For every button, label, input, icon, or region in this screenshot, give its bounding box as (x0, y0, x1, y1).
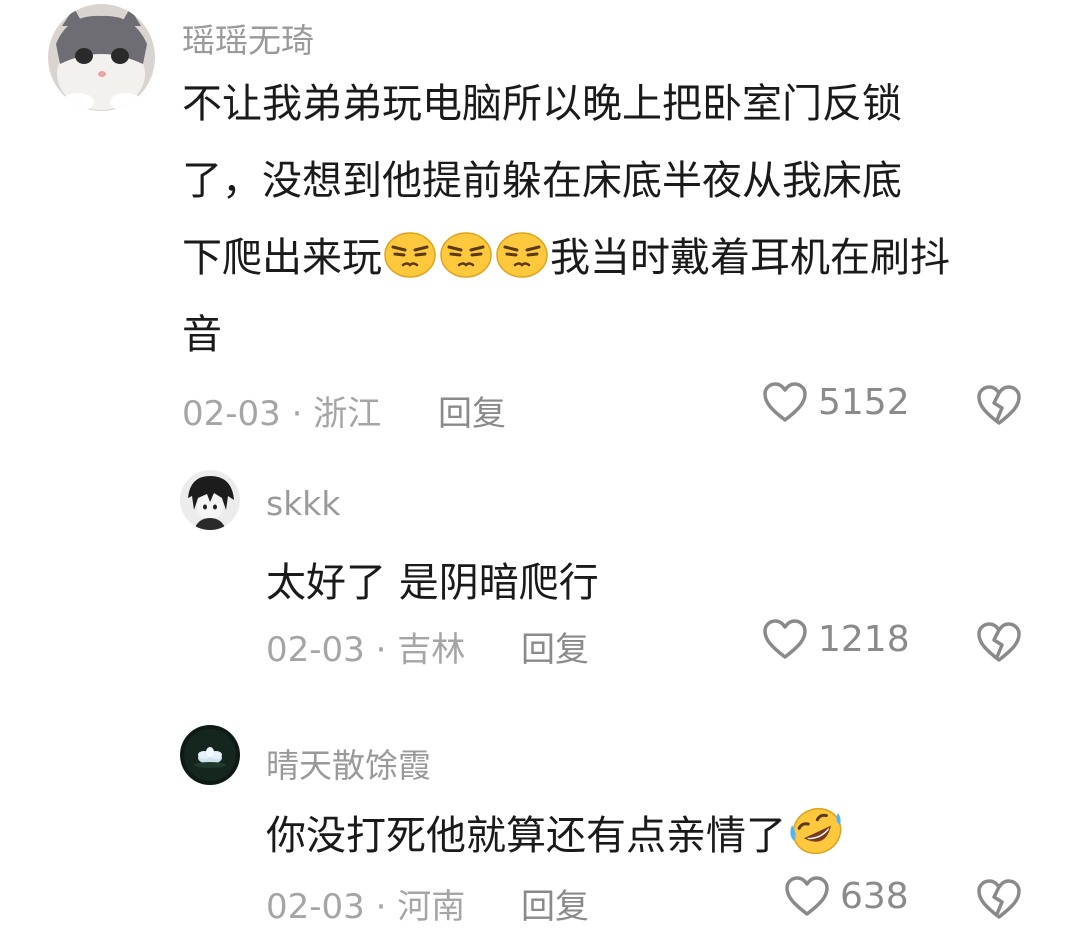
reply-meta: 02-03 · 河南 (266, 879, 465, 928)
comment-item: 瑶瑶无琦 不让我弟弟玩电脑所以晚上把卧室门反锁 了，没想到他提前躲在床底半夜从我… (0, 0, 1080, 440)
reply-button[interactable]: 回复 (521, 622, 589, 671)
night-flower-avatar-image (180, 725, 240, 785)
comment-location: 浙江 (313, 394, 382, 434)
reply-username[interactable]: skkk (266, 484, 341, 523)
reply-button[interactable]: 回复 (438, 386, 506, 435)
avatar[interactable] (48, 4, 155, 111)
comment-text-line: 音 (182, 312, 222, 358)
smirk-emoji-icon (384, 231, 436, 279)
comment-text-line: 了，没想到他提前躲在床底半夜从我床底 (182, 158, 902, 204)
reply-item: skkk 太好了 是阴暗爬行 02-03 · 吉林 回复 1218 (0, 460, 1080, 690)
like-button[interactable]: 1218 (762, 618, 910, 660)
smirk-emoji-icon (440, 231, 492, 279)
comment-date: 02-03 (266, 887, 365, 927)
meta-separator: · (375, 630, 387, 670)
comment-date: 02-03 (182, 394, 281, 434)
comment-meta: 02-03 · 浙江 (182, 386, 381, 435)
anime-avatar-image (180, 470, 240, 530)
comment-location: 吉林 (397, 630, 466, 670)
like-button[interactable]: 638 (784, 875, 909, 917)
avatar[interactable] (180, 470, 240, 530)
meta-separator: · (375, 887, 387, 927)
dislike-button[interactable] (976, 878, 1022, 920)
like-button[interactable]: 5152 (762, 381, 910, 423)
reply-text: 太好了 是阴暗爬行 (266, 560, 599, 606)
heart-outline-icon (762, 381, 808, 423)
smirk-emoji-icon (496, 231, 548, 279)
meta-separator: · (291, 394, 303, 434)
comment-location: 河南 (397, 887, 466, 927)
reply-item: 晴天散馀霞 你没打死他就算还有点亲情了 02-03 · 河南 回复 638 (0, 715, 1080, 940)
reply-text-segment: 你没打死他就算还有点亲情了 (266, 813, 786, 859)
avatar[interactable] (180, 725, 240, 785)
like-count: 1218 (818, 618, 910, 660)
comment-date: 02-03 (266, 630, 365, 670)
broken-heart-icon (976, 384, 1022, 426)
heart-outline-icon (784, 875, 830, 917)
broken-heart-icon (976, 621, 1022, 663)
comment-text-line: 下爬出来玩 我当时戴着耳机在刷抖 (182, 220, 950, 297)
like-count: 638 (840, 875, 909, 917)
comment-text-segment: 我当时戴着耳机在刷抖 (550, 235, 950, 281)
dislike-button[interactable] (976, 384, 1022, 426)
heart-outline-icon (762, 618, 808, 660)
dislike-button[interactable] (976, 621, 1022, 663)
comment-username[interactable]: 瑶瑶无琦 (182, 14, 314, 62)
reply-meta: 02-03 · 吉林 (266, 622, 465, 671)
reply-button[interactable]: 回复 (521, 879, 589, 928)
reply-text: 你没打死他就算还有点亲情了 (266, 803, 848, 861)
cat-avatar-image (48, 4, 155, 111)
broken-heart-icon (976, 878, 1022, 920)
like-count: 5152 (818, 381, 910, 423)
comment-text-line: 不让我弟弟玩电脑所以晚上把卧室门反锁 (182, 81, 902, 127)
rofl-emoji-icon (788, 805, 846, 857)
comment-text-segment: 下爬出来玩 (182, 235, 382, 281)
reply-username[interactable]: 晴天散馀霞 (266, 739, 431, 787)
comment-text: 不让我弟弟玩电脑所以晚上把卧室门反锁 了，没想到他提前躲在床底半夜从我床底 下爬… (182, 66, 950, 374)
